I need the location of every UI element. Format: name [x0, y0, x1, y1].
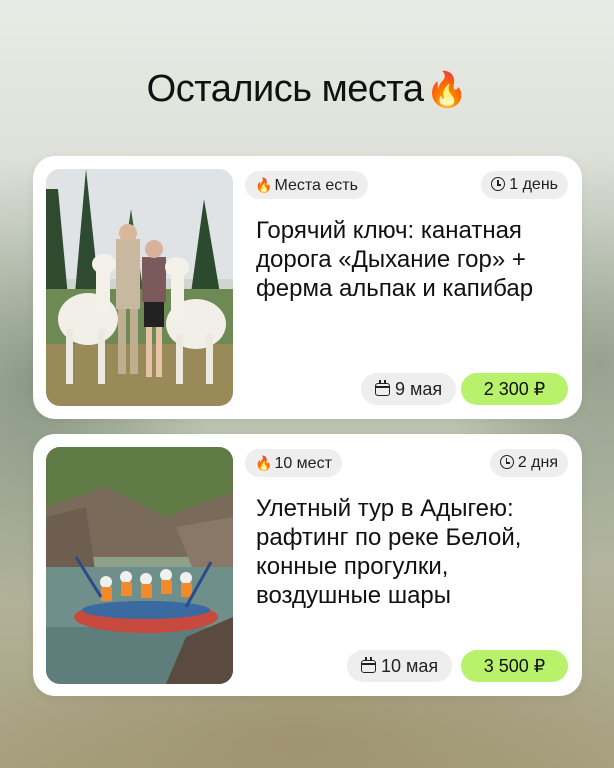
date-text: 10 мая: [381, 656, 439, 676]
availability-text: Места есть: [274, 177, 358, 194]
tour-card[interactable]: 🔥 10 мест 2 дня Улетный тур в Адыгею: раф…: [33, 434, 582, 696]
price-button[interactable]: 2 300 ₽: [461, 373, 568, 405]
date-badge: 10 мая: [347, 650, 453, 682]
page-title: Остались места🔥: [0, 68, 614, 111]
calendar-icon: [361, 657, 376, 673]
fire-icon: 🔥: [255, 455, 273, 471]
duration-text: 2 дня: [517, 454, 558, 471]
availability-badge: 🔥 10 мест: [245, 449, 342, 477]
date-text: 9 мая: [395, 379, 443, 399]
tour-card[interactable]: 🔥 Места есть 1 день Горячий ключ: канатна…: [33, 156, 582, 419]
clock-icon: [491, 177, 506, 191]
fire-icon: 🔥: [255, 177, 273, 193]
fire-icon: 🔥: [425, 71, 468, 109]
tour-title[interactable]: Горячий ключ: канатная дорога «Дыхание г…: [256, 216, 566, 303]
duration-badge: 1 день: [481, 171, 568, 199]
availability-text: 10 мест: [274, 455, 332, 472]
clock-icon: [499, 455, 514, 469]
tour-photo-alpacas: [46, 169, 233, 406]
duration-badge: 2 дня: [489, 449, 568, 477]
page-title-text: Остались места: [146, 68, 424, 110]
tour-title[interactable]: Улетный тур в Адыгею: рафтинг по реке Бе…: [256, 494, 566, 610]
duration-text: 1 день: [509, 176, 558, 193]
availability-badge: 🔥 Места есть: [245, 171, 368, 199]
date-badge: 9 мая: [361, 373, 457, 405]
price-button[interactable]: 3 500 ₽: [461, 650, 568, 682]
tour-photo-rafting: [46, 447, 233, 684]
calendar-icon: [375, 380, 390, 396]
